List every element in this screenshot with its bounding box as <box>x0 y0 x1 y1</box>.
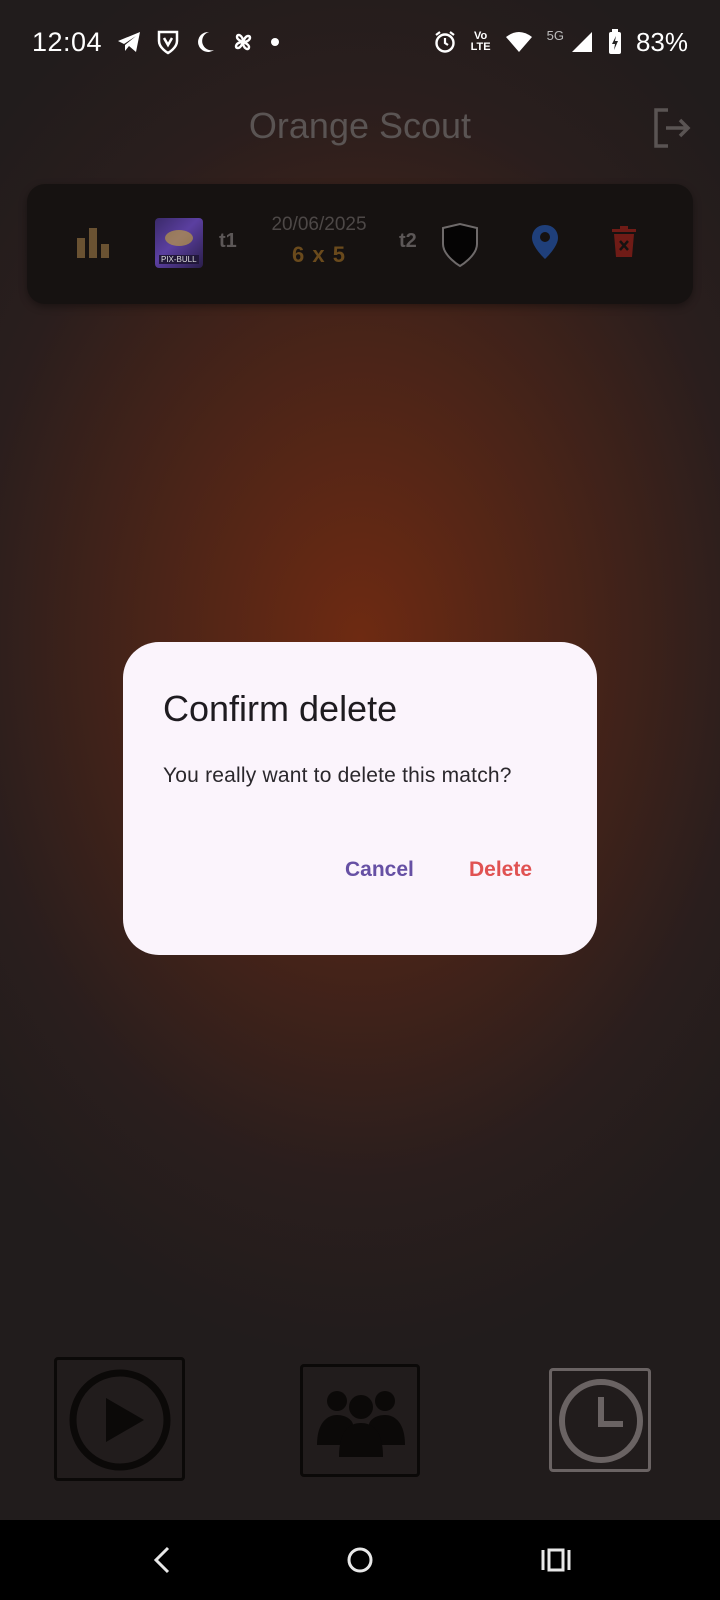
play-icon <box>68 1368 172 1477</box>
team-icon <box>313 1385 409 1470</box>
home-icon[interactable] <box>342 1542 378 1578</box>
app-title: Orange Scout <box>248 105 472 146</box>
delete-icon[interactable] <box>611 226 637 258</box>
team1-logo-text: PIX-BULL <box>159 255 199 264</box>
match-card[interactable]: PIX-BULL t1 20/06/2025 6 x 5 t2 <box>27 184 693 304</box>
nav-team-button[interactable] <box>300 1364 420 1477</box>
status-bar: 12:04 Vo LTE 5G 83% <box>0 0 720 84</box>
battery-percent: 83% <box>635 26 688 57</box>
logo-emblem <box>165 230 193 246</box>
match-date: 20/06/2025 <box>271 214 367 235</box>
signal-icon <box>570 30 594 54</box>
wifi-icon <box>505 31 533 53</box>
status-left: 12:04 <box>32 27 280 58</box>
dialog-title: Confirm delete <box>163 688 398 729</box>
volte-icon: Vo LTE <box>471 31 491 53</box>
dialog-message: You really want to delete this match? <box>163 764 512 787</box>
battery-charging-icon <box>608 29 622 55</box>
location-icon[interactable] <box>531 224 559 260</box>
alarm-icon <box>433 30 457 54</box>
team2-shield-icon <box>439 222 481 268</box>
logout-icon[interactable] <box>650 106 694 150</box>
delete-button[interactable]: Delete <box>469 858 532 882</box>
status-time: 12:04 <box>32 26 103 57</box>
match-score: 6 x 5 <box>292 242 346 267</box>
recents-icon[interactable] <box>538 1542 574 1578</box>
app-bar: Orange Scout <box>0 84 720 168</box>
network-type-label: 5G <box>546 27 564 43</box>
volte-bottom-label: LTE <box>470 41 491 53</box>
status-right: Vo LTE 5G 83% <box>433 27 688 58</box>
telegram-icon <box>116 30 142 54</box>
stats-icon[interactable] <box>75 224 111 260</box>
nav-play-button[interactable] <box>54 1357 185 1481</box>
team1-logo: PIX-BULL <box>155 218 203 268</box>
fan-icon <box>230 29 256 55</box>
nav-history-button[interactable] <box>549 1368 651 1472</box>
team2-label: t2 <box>399 230 417 252</box>
system-nav-bar <box>0 1520 720 1600</box>
clock-icon <box>557 1377 645 1470</box>
cancel-button[interactable]: Cancel <box>345 858 414 882</box>
notification-dot-icon <box>270 37 280 47</box>
moon-icon <box>194 30 216 54</box>
team1-label: t1 <box>219 230 237 252</box>
confirm-delete-dialog: Confirm delete You really want to delete… <box>123 642 597 955</box>
back-icon[interactable] <box>146 1542 182 1578</box>
vpn-shield-icon <box>156 29 180 55</box>
